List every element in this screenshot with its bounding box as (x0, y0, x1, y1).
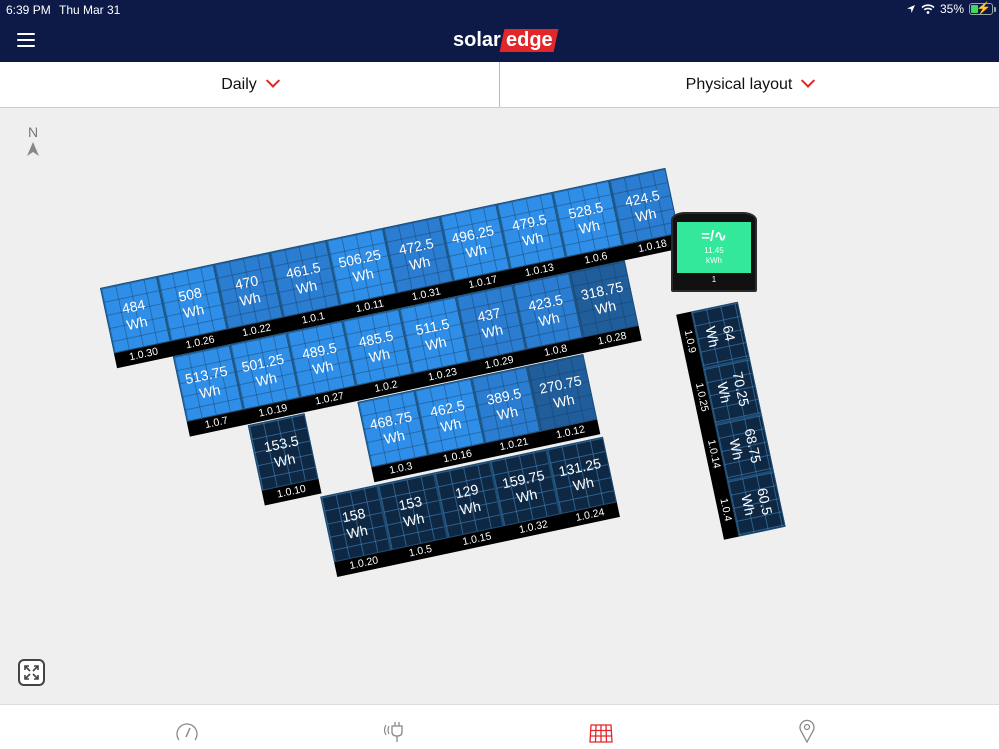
solar-panel[interactable]: 424.5 Wh (608, 167, 680, 246)
logo-text-solar: solar (453, 29, 501, 51)
app-header: solar edge (0, 20, 999, 62)
solar-panel[interactable]: 131.25 Wh (546, 436, 617, 515)
panel-energy-value: 68.75 Wh (724, 427, 764, 468)
inverter-id: 1 (711, 275, 717, 284)
compass-north-label: N (27, 124, 39, 140)
panel-id-label: 1.0.4 (717, 497, 734, 523)
period-label: Daily (221, 75, 257, 93)
period-dropdown[interactable]: Daily (0, 62, 500, 107)
inverter-screen: =/∿ 11.45 kWh (677, 222, 751, 273)
location-pin-icon (799, 719, 815, 744)
solar-panel-icon (589, 724, 613, 743)
charging-bolt-icon: ⚡ (976, 1, 991, 15)
inverter-energy-value: 11.45 (704, 246, 724, 255)
solaredge-logo: solar edge (453, 29, 558, 52)
view-label: Physical layout (685, 75, 793, 93)
plug-icon (383, 722, 403, 742)
menu-line (17, 45, 35, 47)
gauge-icon (176, 723, 198, 741)
inverter-energy: 11.45 kWh (677, 246, 751, 266)
north-arrow-icon (27, 142, 39, 156)
tab-site-location[interactable] (792, 713, 822, 744)
solar-panel[interactable]: 318.75 Wh (568, 260, 640, 338)
battery-icon: ⚡ (969, 1, 996, 15)
wifi-icon (921, 4, 935, 14)
layout-canvas[interactable]: N 484 Wh 508 Wh 470 Wh 461.5 Wh 506.25 Wh 472.5 Wh 4… (0, 108, 999, 704)
chevron-down-icon (801, 73, 816, 88)
solar-panel[interactable]: 270.75 Wh (526, 353, 598, 432)
menu-button[interactable] (17, 33, 35, 47)
expand-icon (24, 665, 39, 680)
view-dropdown[interactable]: Physical layout (500, 62, 999, 107)
menu-line (17, 39, 35, 41)
solar-panel[interactable]: 153.5 Wh (247, 413, 319, 491)
bottom-tab-bar (0, 704, 999, 749)
panel-id-label: 1.0.9 (681, 328, 698, 355)
logo-text-edge: edge (505, 29, 553, 51)
compass: N (24, 124, 42, 157)
chevron-down-icon (265, 73, 280, 88)
inverter-dc-ac-icon: =/∿ (701, 228, 727, 245)
logo-edge-badge: edge (499, 29, 558, 52)
tab-dashboard[interactable] (172, 713, 202, 743)
inverter-energy-unit: kWh (706, 256, 722, 265)
inverter[interactable]: =/∿ 11.45 kWh 1 (671, 212, 757, 292)
tab-layout[interactable] (586, 713, 616, 743)
status-right: 35% ⚡ (906, 1, 996, 16)
selector-bar: Daily Physical layout (0, 62, 999, 108)
status-time: 6:39 PM (6, 3, 51, 17)
tab-power-flow[interactable] (380, 713, 410, 743)
status-date: Thu Mar 31 (59, 3, 121, 17)
panel-energy-value: 70.25 Wh (712, 370, 752, 411)
status-bar: 6:39 PM Thu Mar 31 35% ⚡ (0, 0, 999, 20)
menu-line (17, 33, 35, 35)
location-icon (906, 5, 915, 13)
fullscreen-button[interactable] (18, 659, 45, 686)
battery-percent: 35% (939, 2, 964, 16)
